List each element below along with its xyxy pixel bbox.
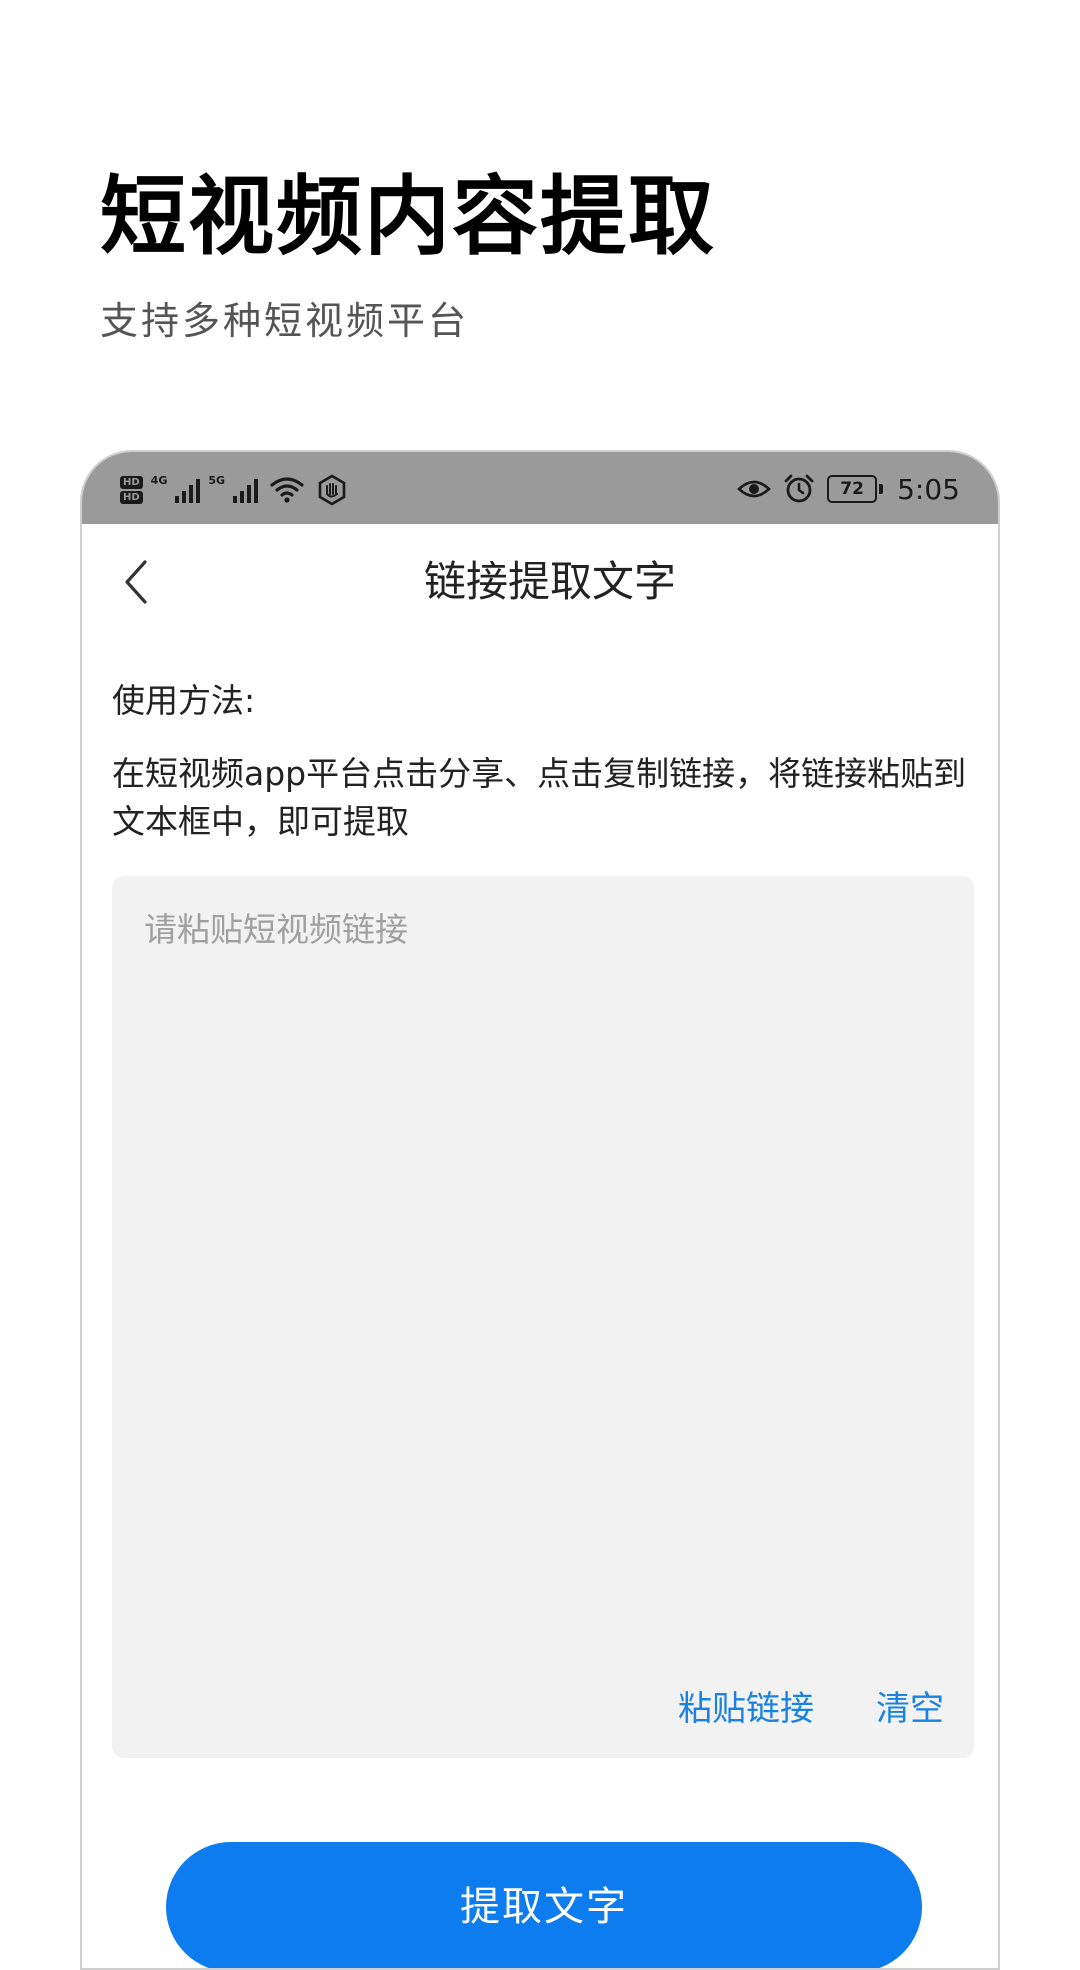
hd-badge: HD xyxy=(120,476,143,489)
link-actions: 粘贴链接 清空 xyxy=(678,1681,944,1730)
navigation-bar: 链接提取文字 xyxy=(82,524,998,640)
status-bar: HD HD 4G 5G 72 5:05 xyxy=(82,452,998,524)
extract-text-button[interactable]: 提取文字 xyxy=(166,1842,922,1968)
signal-4g-icon xyxy=(175,477,201,503)
network-5g-label: 5G xyxy=(208,474,226,487)
paste-link-button[interactable]: 粘贴链接 xyxy=(678,1681,814,1730)
link-input-area: 粘贴链接 清空 xyxy=(112,876,974,1758)
promo-subtitle: 支持多种短视频平台 xyxy=(100,299,470,343)
hd-badge: HD xyxy=(120,491,143,504)
status-time: 5:05 xyxy=(897,472,960,506)
usage-label: 使用方法: xyxy=(112,681,256,720)
signal-5g-icon xyxy=(233,477,259,503)
status-right: 72 5:05 xyxy=(737,468,960,510)
link-input[interactable] xyxy=(144,906,944,1606)
battery-tip xyxy=(879,484,884,494)
eye-icon xyxy=(737,477,772,501)
wifi-icon xyxy=(270,476,304,504)
page-title: 链接提取文字 xyxy=(423,557,676,606)
hand-shield-icon xyxy=(316,474,348,506)
alarm-icon xyxy=(783,473,815,505)
network-4g-label: 4G xyxy=(150,474,168,487)
battery-indicator: 72 xyxy=(827,475,878,503)
usage-description: 在短视频app平台点击分享、点击复制链接，将链接粘贴到文本框中，即可提取 xyxy=(112,754,967,841)
promo-title: 短视频内容提取 xyxy=(100,167,716,267)
status-left: HD HD 4G 5G xyxy=(120,472,348,508)
phone-screen: HD HD 4G 5G 72 5:05 链接提取文字 使用方法: 在短视频app… xyxy=(80,450,1000,1970)
hd-badges: HD HD xyxy=(120,476,143,504)
clear-button[interactable]: 清空 xyxy=(876,1681,944,1730)
